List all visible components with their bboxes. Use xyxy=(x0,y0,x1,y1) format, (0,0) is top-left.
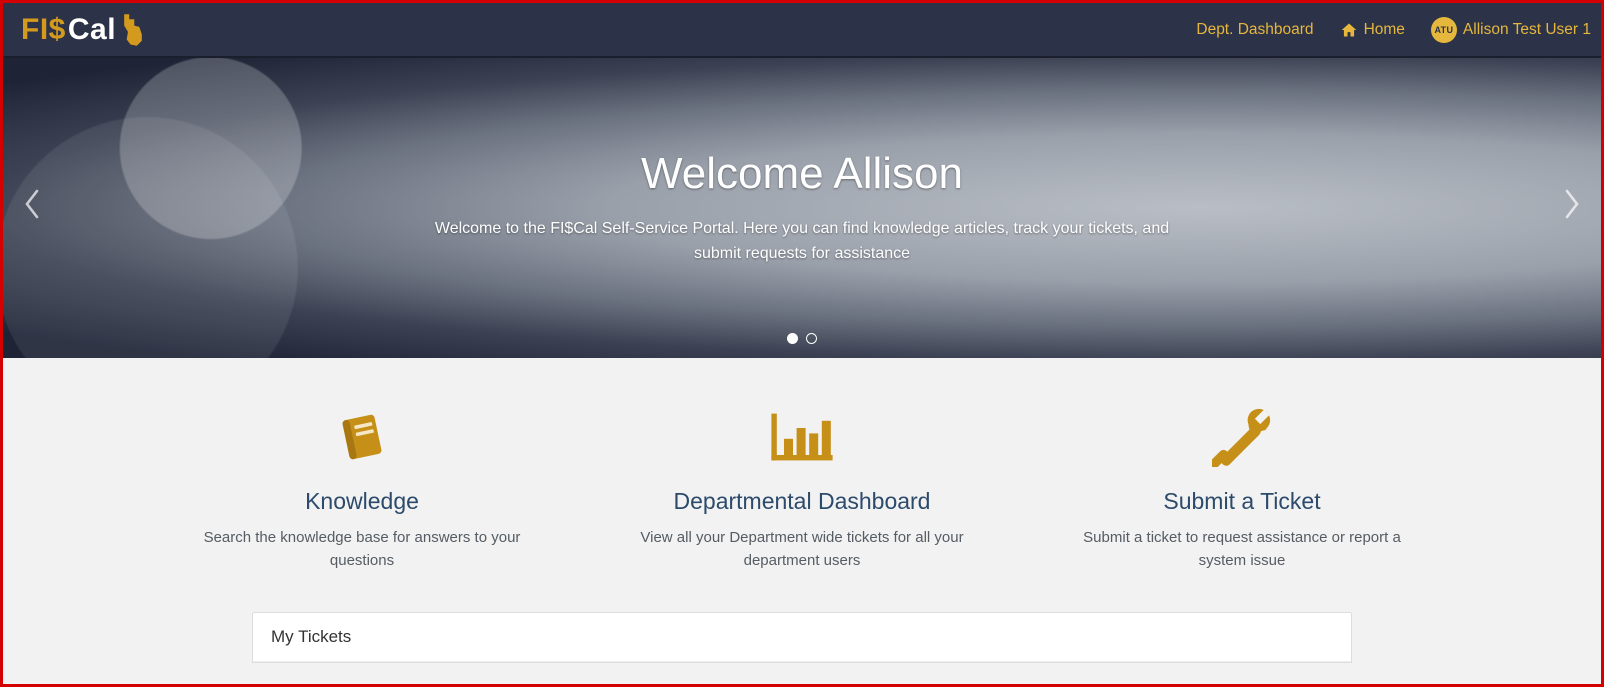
nav-links: Dept. Dashboard Home ATU Allison Test Us… xyxy=(1196,17,1591,43)
card-dashboard-title: Departmental Dashboard xyxy=(622,488,982,515)
nav-home-label: Home xyxy=(1364,21,1405,39)
carousel-dot-2[interactable] xyxy=(806,333,817,344)
chevron-right-icon xyxy=(1563,189,1581,219)
card-knowledge-desc: Search the knowledge base for answers to… xyxy=(182,527,542,572)
card-ticket-desc: Submit a ticket to request assistance or… xyxy=(1062,527,1422,572)
avatar: ATU xyxy=(1431,17,1457,43)
card-dashboard[interactable]: Departmental Dashboard View all your Dep… xyxy=(622,404,982,572)
quick-links: Knowledge Search the knowledge base for … xyxy=(3,358,1601,612)
hero-banner: Welcome Allison Welcome to the FI$Cal Se… xyxy=(3,58,1601,358)
brand-cal: Cal xyxy=(68,13,116,47)
carousel-dot-1[interactable] xyxy=(787,333,798,344)
hero-title: Welcome Allison xyxy=(641,149,963,199)
book-icon xyxy=(182,404,542,470)
main-scroll[interactable]: Welcome Allison Welcome to the FI$Cal Se… xyxy=(3,58,1601,684)
carousel-dots xyxy=(787,333,817,344)
home-icon xyxy=(1340,22,1358,38)
bar-chart-icon xyxy=(622,404,982,470)
carousel-prev[interactable] xyxy=(13,179,51,237)
brand-logo[interactable]: FI$Cal xyxy=(21,13,146,47)
brand-fi: FI$ xyxy=(21,13,66,47)
chevron-left-icon xyxy=(23,189,41,219)
nav-user[interactable]: ATU Allison Test User 1 xyxy=(1431,17,1591,43)
card-submit-ticket[interactable]: Submit a Ticket Submit a ticket to reque… xyxy=(1062,404,1422,572)
carousel-next[interactable] xyxy=(1553,179,1591,237)
panels: My Tickets xyxy=(3,612,1601,684)
wrench-icon xyxy=(1062,404,1422,470)
nav-dept-dashboard[interactable]: Dept. Dashboard xyxy=(1196,21,1313,39)
my-tickets-panel: My Tickets xyxy=(252,612,1352,663)
california-icon xyxy=(120,13,146,47)
card-knowledge[interactable]: Knowledge Search the knowledge base for … xyxy=(182,404,542,572)
my-tickets-header: My Tickets xyxy=(253,613,1351,662)
card-dashboard-desc: View all your Department wide tickets fo… xyxy=(622,527,982,572)
nav-dept-dashboard-label: Dept. Dashboard xyxy=(1196,21,1313,39)
app-frame: FI$Cal Dept. Dashboard Home ATU Allison … xyxy=(0,0,1604,687)
nav-home[interactable]: Home xyxy=(1340,21,1405,39)
card-ticket-title: Submit a Ticket xyxy=(1062,488,1422,515)
hero-subtitle: Welcome to the FI$Cal Self-Service Porta… xyxy=(412,217,1192,267)
nav-user-name: Allison Test User 1 xyxy=(1463,21,1591,39)
card-knowledge-title: Knowledge xyxy=(182,488,542,515)
top-nav: FI$Cal Dept. Dashboard Home ATU Allison … xyxy=(3,3,1601,58)
